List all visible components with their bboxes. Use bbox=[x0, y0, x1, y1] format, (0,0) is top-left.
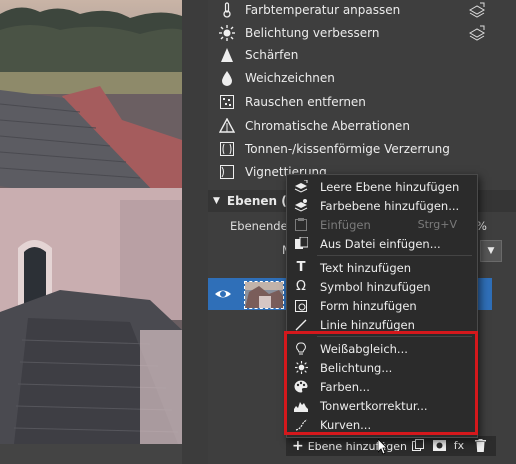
triangle-icon bbox=[218, 46, 236, 64]
line-icon bbox=[293, 319, 309, 331]
menu-item-label: Kurven... bbox=[320, 417, 372, 432]
menu-separator bbox=[317, 255, 472, 256]
menu-item-label: Belichtung... bbox=[320, 360, 393, 375]
menu-item-label: Farbebene hinzufügen... bbox=[320, 198, 460, 213]
plus-icon[interactable]: + bbox=[292, 438, 304, 454]
tool-chromatisch[interactable]: Chromatische Aberrationen bbox=[218, 115, 410, 137]
layer-add-icon bbox=[293, 180, 309, 193]
add-layer-context-menu: Leere Ebene hinzufügen Farbebene hinzufü… bbox=[286, 174, 478, 438]
stack-icon[interactable] bbox=[468, 25, 486, 41]
fx-button[interactable]: fx bbox=[452, 438, 466, 452]
tool-rauschen[interactable]: Rauschen entfernen bbox=[218, 91, 366, 113]
duplicate-icon[interactable] bbox=[411, 438, 425, 452]
menu-item-label: Aus Datei einfügen... bbox=[320, 236, 441, 251]
tool-schaerfen[interactable]: Schärfen bbox=[218, 44, 298, 66]
opacity-label: Ebenendec bbox=[230, 219, 294, 233]
tool-label: Farbtemperatur anpassen bbox=[245, 3, 401, 17]
layers-section-title: Ebenen (E bbox=[226, 194, 295, 208]
eye-icon[interactable] bbox=[214, 285, 232, 303]
tool-label: Chromatische Aberrationen bbox=[245, 119, 410, 133]
trash-icon[interactable] bbox=[473, 438, 487, 452]
menu-item-label: Tonwertkorrektur... bbox=[320, 398, 428, 413]
canvas-bottom-strip bbox=[0, 444, 182, 464]
histogram-icon bbox=[293, 400, 309, 412]
omega-icon: Ω bbox=[296, 279, 306, 294]
menu-item-color-layer[interactable]: Farbebene hinzufügen... bbox=[287, 196, 477, 215]
photo-canvas[interactable] bbox=[0, 0, 182, 444]
menu-item-label: Form hinzufügen bbox=[320, 298, 417, 313]
shape-icon bbox=[293, 299, 309, 312]
menu-item-shortcut: Strg+V bbox=[417, 218, 457, 231]
menu-item-insert-from-file[interactable]: Aus Datei einfügen... bbox=[287, 234, 477, 253]
menu-item-exposure[interactable]: Belichtung... bbox=[287, 358, 477, 377]
color-layer-icon bbox=[293, 199, 309, 212]
sun-icon bbox=[293, 361, 309, 374]
drop-icon bbox=[218, 69, 236, 87]
menu-item-curves[interactable]: Kurven... bbox=[287, 415, 477, 434]
tool-weichzeichnen[interactable]: Weichzeichnen bbox=[218, 67, 335, 89]
menu-item-colors[interactable]: Farben... bbox=[287, 377, 477, 396]
paste-icon bbox=[293, 218, 309, 231]
tool-label: Schärfen bbox=[245, 48, 299, 62]
menu-item-label: Text hinzufügen bbox=[320, 260, 412, 275]
menu-separator bbox=[317, 336, 472, 337]
menu-item-add-shape[interactable]: Form hinzufügen bbox=[287, 296, 477, 315]
tool-farbtemperatur[interactable]: Farbtemperatur anpassen bbox=[218, 0, 400, 21]
tool-label: Belichtung verbessern bbox=[245, 26, 380, 40]
menu-item-label: Symbol hinzufügen bbox=[320, 279, 431, 294]
menu-item-white-balance[interactable]: Weißabgleich... bbox=[287, 339, 477, 358]
menu-item-add-symbol[interactable]: Ω Symbol hinzufügen bbox=[287, 277, 477, 296]
collapse-triangle-icon[interactable]: ▼ bbox=[213, 196, 220, 206]
noise-icon bbox=[218, 93, 236, 111]
tool-label: Weichzeichnen bbox=[245, 71, 335, 85]
menu-item-label: Farben... bbox=[320, 379, 370, 394]
tool-label: Tonnen-/kissenförmige Verzerrung bbox=[245, 142, 450, 156]
layer-thumbnail[interactable] bbox=[244, 281, 284, 309]
menu-item-label: Weißabgleich... bbox=[320, 341, 408, 356]
menu-item-add-line[interactable]: Linie hinzufügen bbox=[287, 315, 477, 334]
tool-label: Rauschen entfernen bbox=[245, 95, 366, 109]
sun-icon bbox=[218, 24, 236, 42]
file-insert-icon bbox=[293, 237, 309, 250]
tool-verzerrung[interactable]: Tonnen-/kissenförmige Verzerrung bbox=[218, 138, 450, 160]
bulb-icon bbox=[293, 342, 309, 356]
menu-item-add-text[interactable]: T Text hinzufügen bbox=[287, 258, 477, 277]
tool-belichtung[interactable]: Belichtung verbessern bbox=[218, 22, 379, 44]
menu-item-label: Linie hinzufügen bbox=[320, 317, 415, 332]
menu-item-label: Einfügen bbox=[320, 217, 371, 232]
distortion-icon bbox=[218, 140, 236, 158]
text-icon: T bbox=[296, 260, 306, 275]
menu-item-empty-layer[interactable]: Leere Ebene hinzufügen bbox=[287, 177, 477, 196]
curve-icon bbox=[293, 418, 309, 431]
thermometer-icon bbox=[218, 1, 236, 19]
menu-item-label: Leere Ebene hinzufügen bbox=[320, 179, 460, 194]
photo-image bbox=[0, 0, 182, 444]
blend-mode-dropdown[interactable]: ▼ bbox=[480, 240, 502, 262]
add-layer-button[interactable]: Ebene hinzufügen bbox=[308, 440, 407, 453]
menu-item-levels[interactable]: Tonwertkorrektur... bbox=[287, 396, 477, 415]
stack-icon[interactable] bbox=[468, 2, 486, 18]
mouse-cursor-icon bbox=[378, 439, 388, 455]
mask-icon[interactable] bbox=[432, 438, 446, 452]
palette-icon bbox=[293, 380, 309, 393]
chevron-down-icon: ▼ bbox=[487, 246, 495, 256]
menu-item-paste: Einfügen Strg+V bbox=[287, 215, 477, 234]
prism-icon bbox=[218, 117, 236, 135]
canvas-gap bbox=[182, 0, 208, 464]
vignette-icon bbox=[218, 163, 236, 181]
